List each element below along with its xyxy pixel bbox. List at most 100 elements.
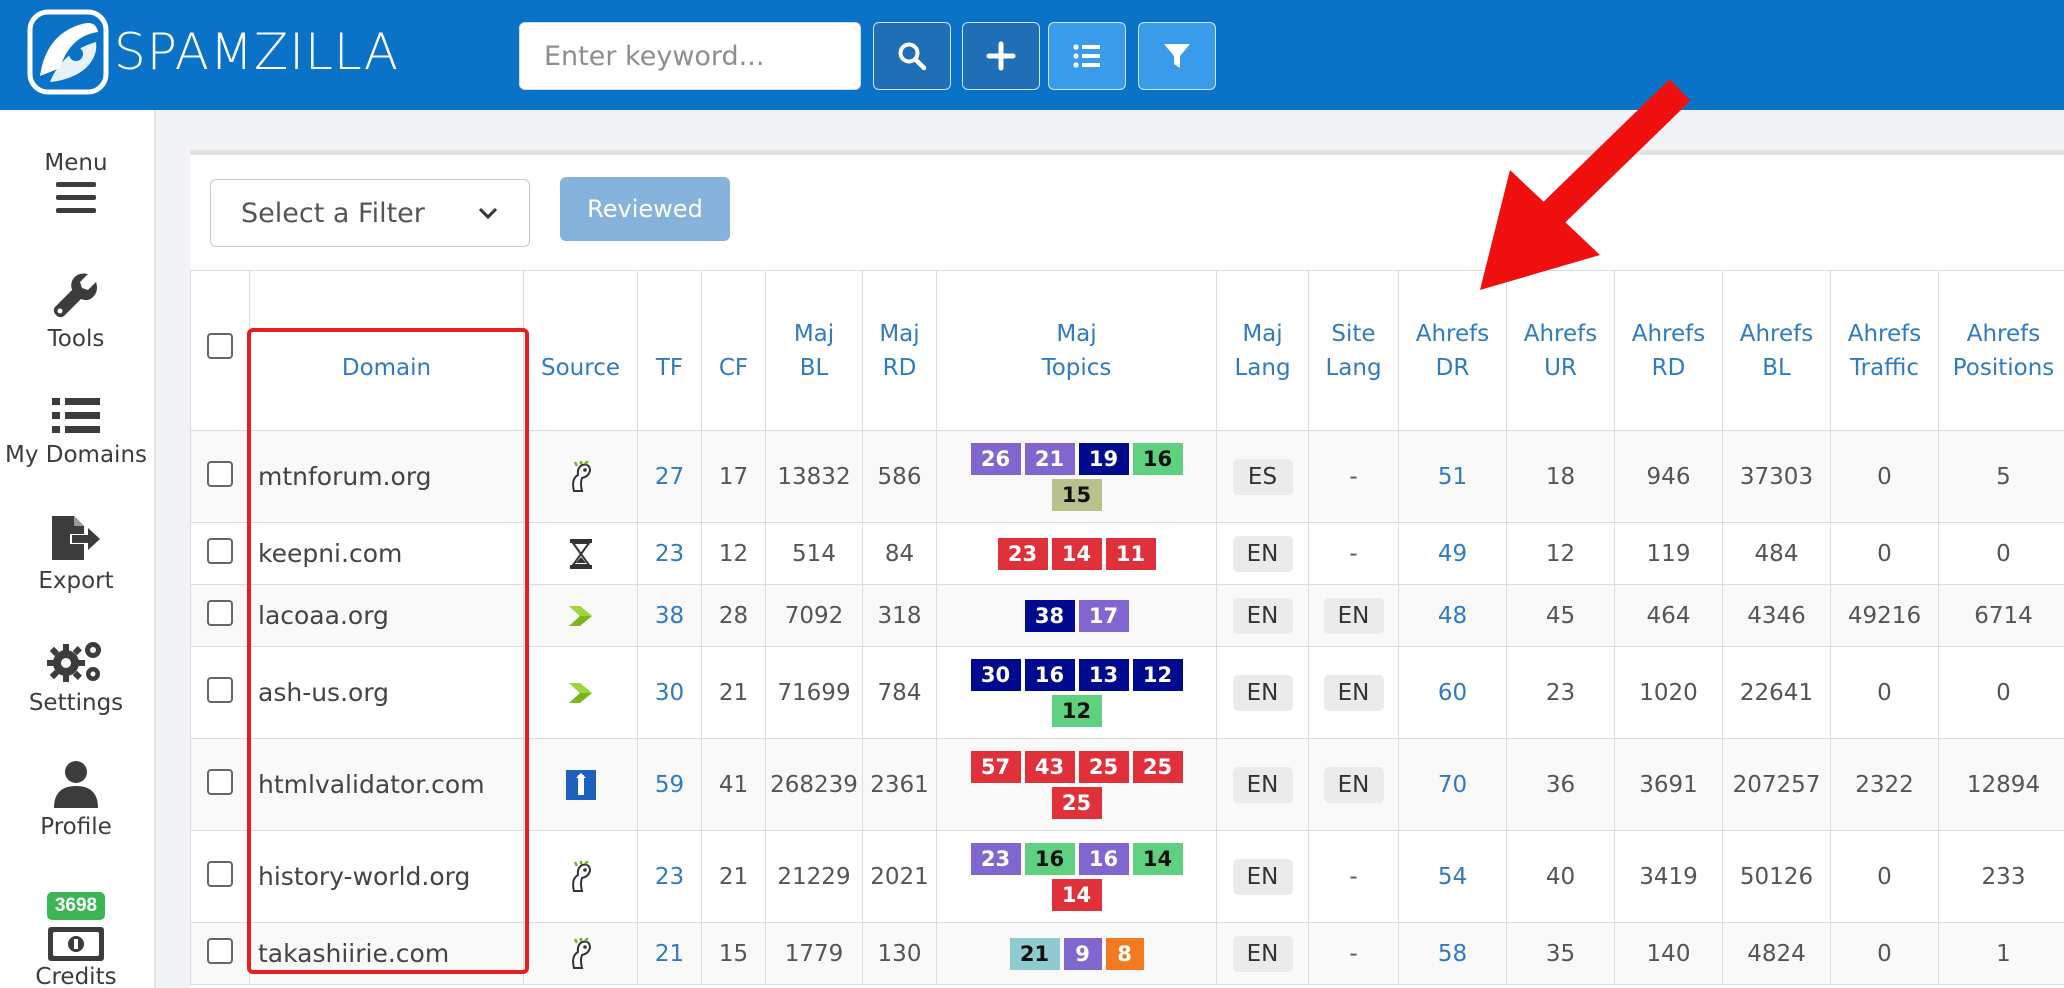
search-icon — [898, 42, 927, 71]
topic-badge: 17 — [1078, 599, 1129, 632]
ahrefs-dr-cell[interactable]: 60 — [1398, 646, 1507, 739]
row-select-cell — [190, 738, 250, 831]
column-header-cf[interactable]: CF — [701, 270, 766, 431]
row-checkbox[interactable] — [207, 599, 233, 626]
reviewed-button[interactable]: Reviewed — [560, 177, 730, 241]
ahrefs-dr-cell[interactable]: 49 — [1398, 522, 1507, 585]
column-header-maj-topics[interactable]: Maj Topics — [936, 270, 1217, 431]
column-header-site-lang[interactable]: Site Lang — [1308, 270, 1399, 431]
row-checkbox[interactable] — [207, 937, 233, 964]
maj-bl-cell: 7092 — [765, 584, 863, 647]
table-row[interactable]: lacoaa.org 38 28 7092 318 38 17 EN EN 48 45 464 4346… — [190, 584, 2064, 647]
sidebar-item-settings[interactable]: Settings — [0, 638, 152, 716]
ahrefs-bl-cell: 50126 — [1722, 830, 1831, 923]
topic-badge: 9 — [1063, 937, 1102, 970]
maj-rd-cell: 84 — [862, 522, 937, 585]
row-checkbox[interactable] — [207, 768, 233, 795]
sidebar-item-profile[interactable]: Profile — [0, 760, 152, 840]
brand-logo[interactable]: SPAMZILLA — [26, 6, 399, 98]
ahrefs-dr-cell[interactable]: 51 — [1398, 430, 1507, 523]
sidebar-item-menu[interactable]: Menu — [0, 150, 152, 216]
row-select-cell — [190, 646, 250, 739]
table-row[interactable]: htmlvalidator.com 59 41 268239 2361 57 43 25 25 2… — [190, 738, 2064, 831]
ahrefs-positions-cell: 12894 — [1938, 738, 2064, 831]
row-checkbox[interactable] — [207, 460, 233, 487]
column-header-ahrefs-ur[interactable]: Ahrefs UR — [1506, 270, 1615, 431]
ahrefs-bl-cell: 22641 — [1722, 646, 1831, 739]
column-header-ahrefs-dr[interactable]: Ahrefs DR — [1398, 270, 1507, 431]
table-row[interactable]: mtnforum.org 27 17 13832 586 26 21 19 16 15 ES - 51 1… — [190, 430, 2064, 523]
arrow-source-icon — [568, 605, 592, 626]
tf-cell[interactable]: 30 — [637, 646, 702, 739]
site-lang-value: - — [1349, 863, 1358, 890]
table-header-row: Domain Source TF CF Maj BL Maj RD Maj Topic… — [190, 270, 2064, 431]
filter-select[interactable]: Select a Filter — [210, 179, 530, 247]
spamzilla-logo-icon — [27, 9, 109, 95]
list-icon — [52, 398, 100, 433]
domain-cell[interactable]: mtnforum.org — [249, 430, 524, 523]
column-header-source[interactable]: Source — [523, 270, 638, 431]
add-button[interactable] — [962, 22, 1040, 90]
column-header-maj-bl[interactable]: Maj BL — [765, 270, 863, 431]
table-row[interactable]: history-world.org 23 21 21229 2021 23 16 16 14 14… — [190, 830, 2064, 923]
sidebar-item-export[interactable]: Export — [0, 514, 152, 594]
ahrefs-positions-cell: 6714 — [1938, 584, 2064, 647]
column-header-tf[interactable]: TF — [637, 270, 702, 431]
ahrefs-traffic-cell: 0 — [1830, 646, 1939, 739]
domain-cell[interactable]: lacoaa.org — [249, 584, 524, 647]
tf-cell[interactable]: 21 — [637, 922, 702, 985]
topic-badge: 25 — [1078, 750, 1129, 783]
ahrefs-dr-cell[interactable]: 54 — [1398, 830, 1507, 923]
ahrefs-dr-cell[interactable]: 70 — [1398, 738, 1507, 831]
tf-cell[interactable]: 38 — [637, 584, 702, 647]
list-view-button[interactable] — [1048, 22, 1126, 90]
row-select-cell — [190, 922, 250, 985]
column-header-ahrefs-positions[interactable]: Ahrefs Positions — [1938, 270, 2064, 431]
maj-topics-cell: 21 9 8 — [936, 922, 1217, 985]
sidebar-item-my-domains[interactable]: My Domains — [0, 396, 152, 468]
ahrefs-bl-cell: 4824 — [1722, 922, 1831, 985]
sidebar-item-credits[interactable]: 3698 Credits — [0, 892, 152, 988]
tf-cell[interactable]: 23 — [637, 830, 702, 923]
column-header-ahrefs-traffic[interactable]: Ahrefs Traffic — [1830, 270, 1939, 431]
cf-cell: 17 — [701, 430, 766, 523]
domain-cell[interactable]: takashiirie.com — [249, 922, 524, 985]
tf-cell[interactable]: 59 — [637, 738, 702, 831]
column-header-ahrefs-bl[interactable]: Ahrefs BL — [1722, 270, 1831, 431]
search-input[interactable] — [519, 22, 861, 90]
sidebar-item-tools[interactable]: Tools — [0, 272, 152, 352]
ahrefs-traffic-cell: 0 — [1830, 922, 1939, 985]
maj-bl-cell: 13832 — [765, 430, 863, 523]
domain-cell[interactable]: htmlvalidator.com — [249, 738, 524, 831]
table-row[interactable]: ash-us.org 30 21 71699 784 30 16 13 12 12 EN EN 60 23… — [190, 646, 2064, 739]
select-all-checkbox[interactable] — [207, 332, 233, 359]
domain-cell[interactable]: history-world.org — [249, 830, 524, 923]
column-header-domain[interactable]: Domain — [249, 270, 524, 431]
search-button[interactable] — [873, 22, 951, 90]
godaddy-source-icon — [571, 937, 591, 969]
column-header-ahrefs-rd[interactable]: Ahrefs RD — [1614, 270, 1723, 431]
column-header-maj-lang[interactable]: Maj Lang — [1216, 270, 1309, 431]
domain-cell[interactable]: keepni.com — [249, 522, 524, 585]
ahrefs-dr-cell[interactable]: 48 — [1398, 584, 1507, 647]
filter-button[interactable] — [1138, 22, 1216, 90]
column-header-maj-rd[interactable]: Maj RD — [862, 270, 937, 431]
domain-cell[interactable]: ash-us.org — [249, 646, 524, 739]
topic-badge: 11 — [1105, 537, 1156, 570]
table-row[interactable]: takashiirie.com 21 15 1779 130 21 9 8 EN -58 35 140… — [190, 922, 2064, 985]
user-icon — [54, 761, 98, 808]
topic-badge: 38 — [1024, 599, 1075, 632]
cf-cell: 28 — [701, 584, 766, 647]
maj-lang-badge: EN — [1232, 674, 1293, 711]
ahrefs-ur-cell: 12 — [1506, 522, 1615, 585]
ahrefs-dr-cell[interactable]: 58 — [1398, 922, 1507, 985]
table-row[interactable]: keepni.com 23 12 514 84 23 14 11 EN -49 12 119 484 0 0 — [190, 522, 2064, 585]
results-panel: Select a Filter Reviewed Domain Source T… — [190, 150, 2064, 988]
cf-cell: 21 — [701, 830, 766, 923]
tf-cell[interactable]: 27 — [637, 430, 702, 523]
tf-cell[interactable]: 23 — [637, 522, 702, 585]
ahrefs-traffic-cell: 49216 — [1830, 584, 1939, 647]
row-checkbox[interactable] — [207, 860, 233, 887]
row-checkbox[interactable] — [207, 537, 233, 564]
row-checkbox[interactable] — [207, 676, 233, 703]
